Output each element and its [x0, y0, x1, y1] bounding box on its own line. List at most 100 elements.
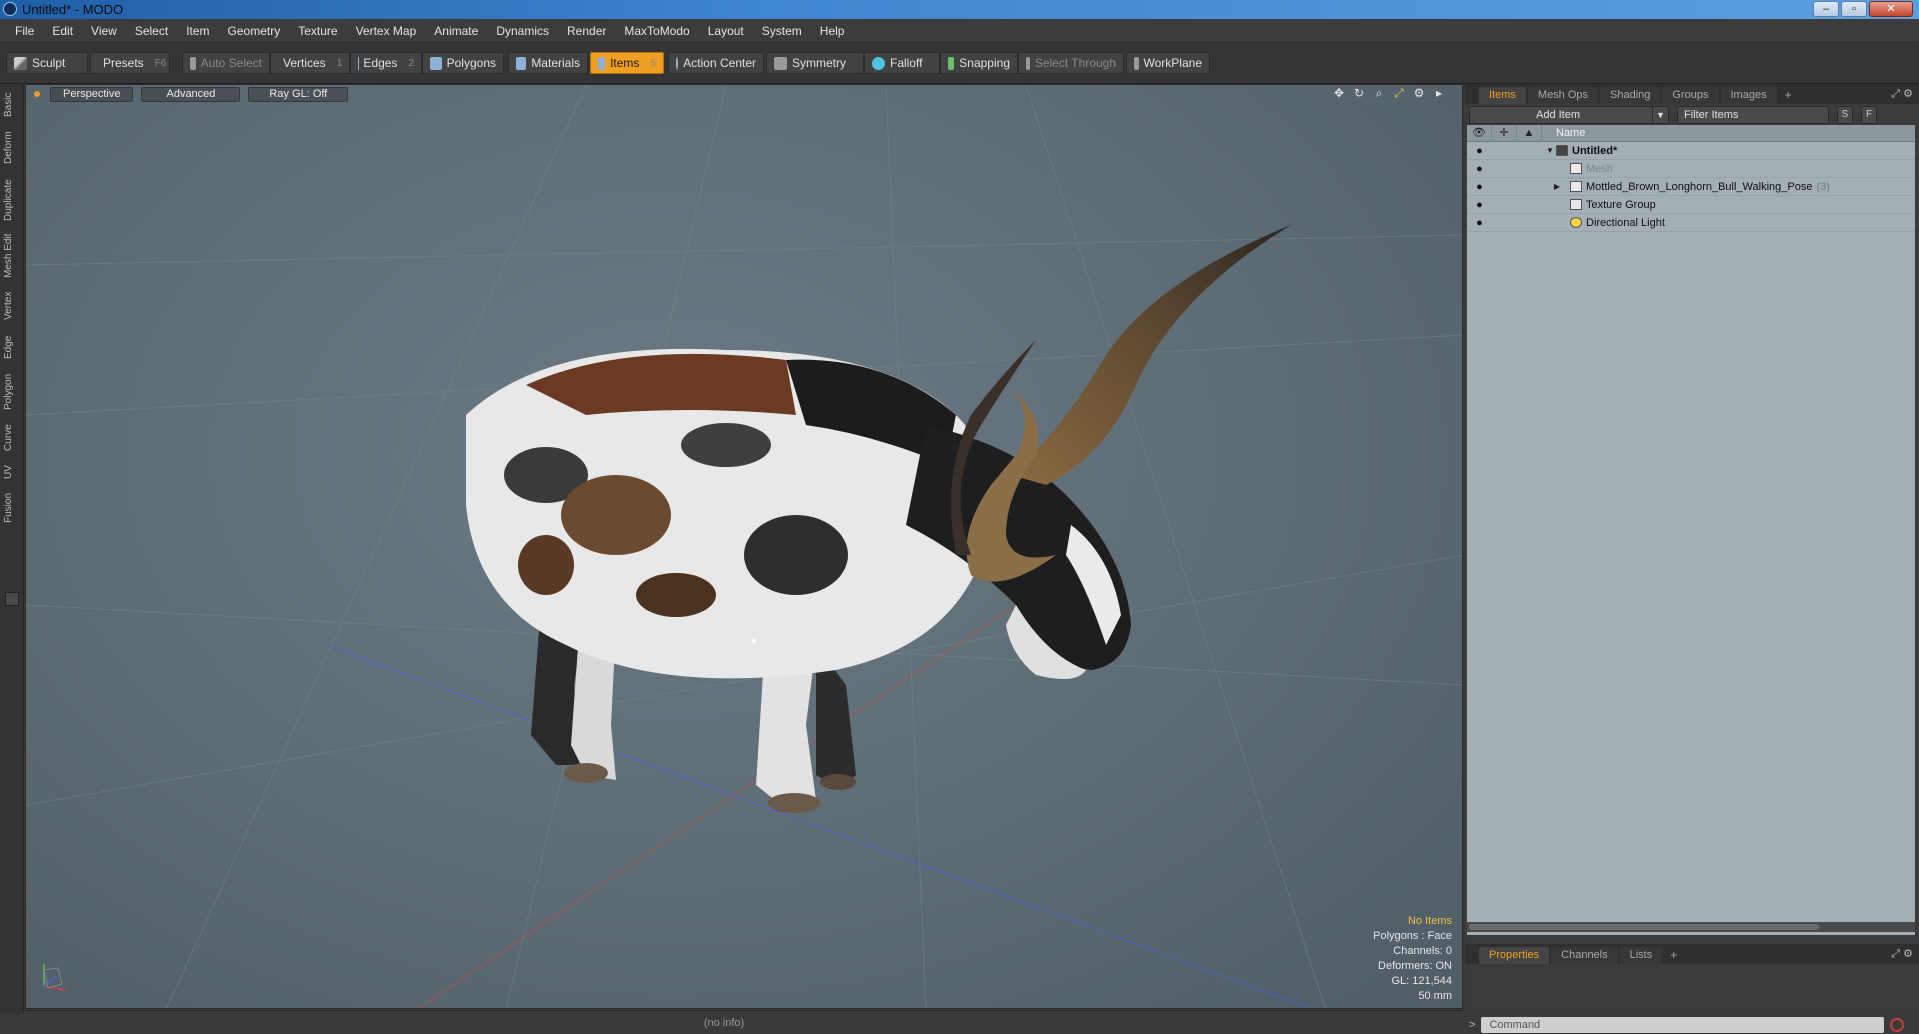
menu-help[interactable]: Help: [811, 24, 854, 38]
viewport-menu-dot[interactable]: [34, 91, 40, 97]
tab-properties[interactable]: Properties: [1479, 947, 1550, 964]
eye-icon[interactable]: ●: [1467, 181, 1492, 193]
eye-icon[interactable]: ●: [1467, 145, 1492, 157]
visibility-column-icon[interactable]: 👁: [1467, 124, 1492, 142]
window-controls: – ▫ ✕: [1813, 1, 1913, 17]
presets-button[interactable]: Presets F6: [90, 52, 170, 74]
snapping-button[interactable]: Snapping: [940, 52, 1018, 74]
eye-icon[interactable]: ●: [1467, 217, 1492, 229]
eye-icon[interactable]: ●: [1467, 199, 1492, 211]
menu-animate[interactable]: Animate: [425, 24, 487, 38]
tabs-toggle-button[interactable]: [5, 592, 19, 606]
eye-icon[interactable]: ●: [1467, 163, 1492, 175]
maximize-button[interactable]: ▫: [1841, 1, 1867, 17]
auto-select-icon: [190, 56, 196, 70]
polygons-button[interactable]: Polygons: [422, 52, 504, 74]
tab-edge[interactable]: Edge: [3, 330, 21, 364]
tab-images[interactable]: Images: [1720, 87, 1777, 104]
tab-fusion[interactable]: Fusion: [3, 488, 21, 528]
menu-system[interactable]: System: [753, 24, 811, 38]
items-tree: 👁 ✛ ▲ Name ● ▼ Untitled* ● Mesh ● ▶ Mott…: [1467, 124, 1915, 935]
left-tool-tabs: Basic Deform Duplicate Mesh Edit Vertex …: [0, 84, 24, 1014]
menu-maxtomodo[interactable]: MaxToModo: [615, 24, 698, 38]
viewport-scene: [26, 85, 1462, 1008]
zoom-icon[interactable]: ⌕: [1372, 86, 1386, 100]
menu-select[interactable]: Select: [126, 24, 177, 38]
modo-app-icon[interactable]: [3, 2, 17, 16]
polygons-icon: [430, 56, 442, 70]
close-button[interactable]: ✕: [1869, 1, 1913, 17]
tab-vertex[interactable]: Vertex: [3, 286, 21, 326]
tab-mesh-ops[interactable]: Mesh Ops: [1527, 87, 1599, 104]
tab-shading[interactable]: Shading: [1600, 87, 1661, 104]
filter-items-input[interactable]: Filter Items: [1677, 106, 1829, 124]
menu-layout[interactable]: Layout: [699, 24, 753, 38]
menu-file[interactable]: File: [6, 24, 43, 38]
tab-duplicate[interactable]: Duplicate: [3, 174, 21, 226]
menu-render[interactable]: Render: [558, 24, 615, 38]
minimize-button[interactable]: –: [1813, 1, 1839, 17]
tree-row-directional-light[interactable]: ● Directional Light: [1467, 214, 1915, 232]
expand-arrow-icon[interactable]: ▶: [1544, 182, 1570, 191]
materials-button[interactable]: Materials: [508, 52, 588, 74]
workplane-button[interactable]: WorkPlane: [1126, 52, 1210, 74]
falloff-button[interactable]: Falloff: [864, 52, 940, 74]
title-bar: Untitled* - MODO – ▫ ✕: [0, 0, 1919, 19]
tree-row-texture-group[interactable]: ● Texture Group: [1467, 196, 1915, 214]
name-column-header[interactable]: Name: [1542, 127, 1585, 139]
3d-viewport[interactable]: Perspective Advanced Ray GL: Off ✥ ↻ ⌕ ⤢…: [25, 84, 1463, 1009]
auto-select-button[interactable]: Auto Select: [182, 52, 270, 74]
main-toolbar: Sculpt Presets F6 Auto Select Vertices 1 E…: [0, 43, 1919, 84]
tab-basic[interactable]: Basic: [3, 88, 21, 122]
command-input[interactable]: Command: [1481, 1016, 1885, 1033]
render-column-icon[interactable]: ▲: [1517, 124, 1542, 142]
light-icon: [1570, 217, 1582, 228]
tab-channels[interactable]: Channels: [1551, 947, 1618, 964]
tab-groups[interactable]: Groups: [1662, 87, 1719, 104]
menu-geometry[interactable]: Geometry: [219, 24, 290, 38]
tab-mesh-edit[interactable]: Mesh Edit: [3, 230, 21, 282]
tab-uv[interactable]: UV: [3, 460, 21, 484]
s-toggle-button[interactable]: S: [1837, 106, 1853, 124]
add-tab-button[interactable]: +: [1664, 946, 1683, 964]
collapse-arrow-icon[interactable]: ▼: [1544, 146, 1556, 155]
panel-options-icon[interactable]: ⤢ ⚙: [1891, 87, 1913, 101]
stop-icon[interactable]: [1890, 1017, 1905, 1032]
selection-status: No Items: [1407, 915, 1452, 927]
view-type-dropdown[interactable]: Perspective: [50, 86, 134, 102]
menu-view[interactable]: View: [82, 24, 126, 38]
shading-dropdown[interactable]: Advanced: [141, 86, 241, 102]
menu-texture[interactable]: Texture: [289, 24, 346, 38]
tab-polygon[interactable]: Polygon: [3, 368, 21, 416]
tab-lists[interactable]: Lists: [1619, 947, 1663, 964]
edges-button[interactable]: Edges 2: [350, 52, 422, 74]
tree-row-mesh[interactable]: ● Mesh: [1467, 160, 1915, 178]
viewport-settings-icon[interactable]: ⚙: [1412, 86, 1426, 100]
menu-vertex-map[interactable]: Vertex Map: [347, 24, 426, 38]
menu-dynamics[interactable]: Dynamics: [487, 24, 558, 38]
tab-items[interactable]: Items: [1479, 87, 1526, 104]
panel-options-icon[interactable]: ⤢ ⚙: [1891, 947, 1913, 961]
vertices-button[interactable]: Vertices 1: [270, 52, 350, 74]
items-horizontal-scrollbar[interactable]: [1467, 922, 1915, 932]
lock-column-icon[interactable]: ✛: [1492, 124, 1517, 142]
pan-icon[interactable]: ✥: [1332, 86, 1346, 100]
tree-row-bull-mesh[interactable]: ● ▶ Mottled_Brown_Longhorn_Bull_Walking_…: [1467, 178, 1915, 196]
fit-icon[interactable]: ⤢: [1392, 86, 1406, 100]
select-through-button[interactable]: Select Through: [1018, 52, 1124, 74]
tab-curve[interactable]: Curve: [3, 420, 21, 456]
tab-deform[interactable]: Deform: [3, 126, 21, 170]
symmetry-button[interactable]: Symmetry: [766, 52, 864, 74]
add-item-dropdown[interactable]: Add Item ▼: [1469, 106, 1669, 124]
items-mode-button[interactable]: Items 5: [590, 52, 664, 74]
menu-edit[interactable]: Edit: [43, 24, 82, 38]
menu-item[interactable]: Item: [177, 24, 218, 38]
rotate-icon[interactable]: ↻: [1352, 86, 1366, 100]
add-tab-button[interactable]: +: [1779, 86, 1798, 104]
f-toggle-button[interactable]: F: [1861, 106, 1877, 124]
tree-row-scene[interactable]: ● ▼ Untitled*: [1467, 142, 1915, 160]
action-center-button[interactable]: Action Center: [668, 52, 764, 74]
expand-arrow-icon[interactable]: ▸: [1432, 86, 1446, 100]
sculpt-button[interactable]: Sculpt: [6, 52, 88, 74]
raygl-dropdown[interactable]: Ray GL: Off: [248, 86, 349, 102]
